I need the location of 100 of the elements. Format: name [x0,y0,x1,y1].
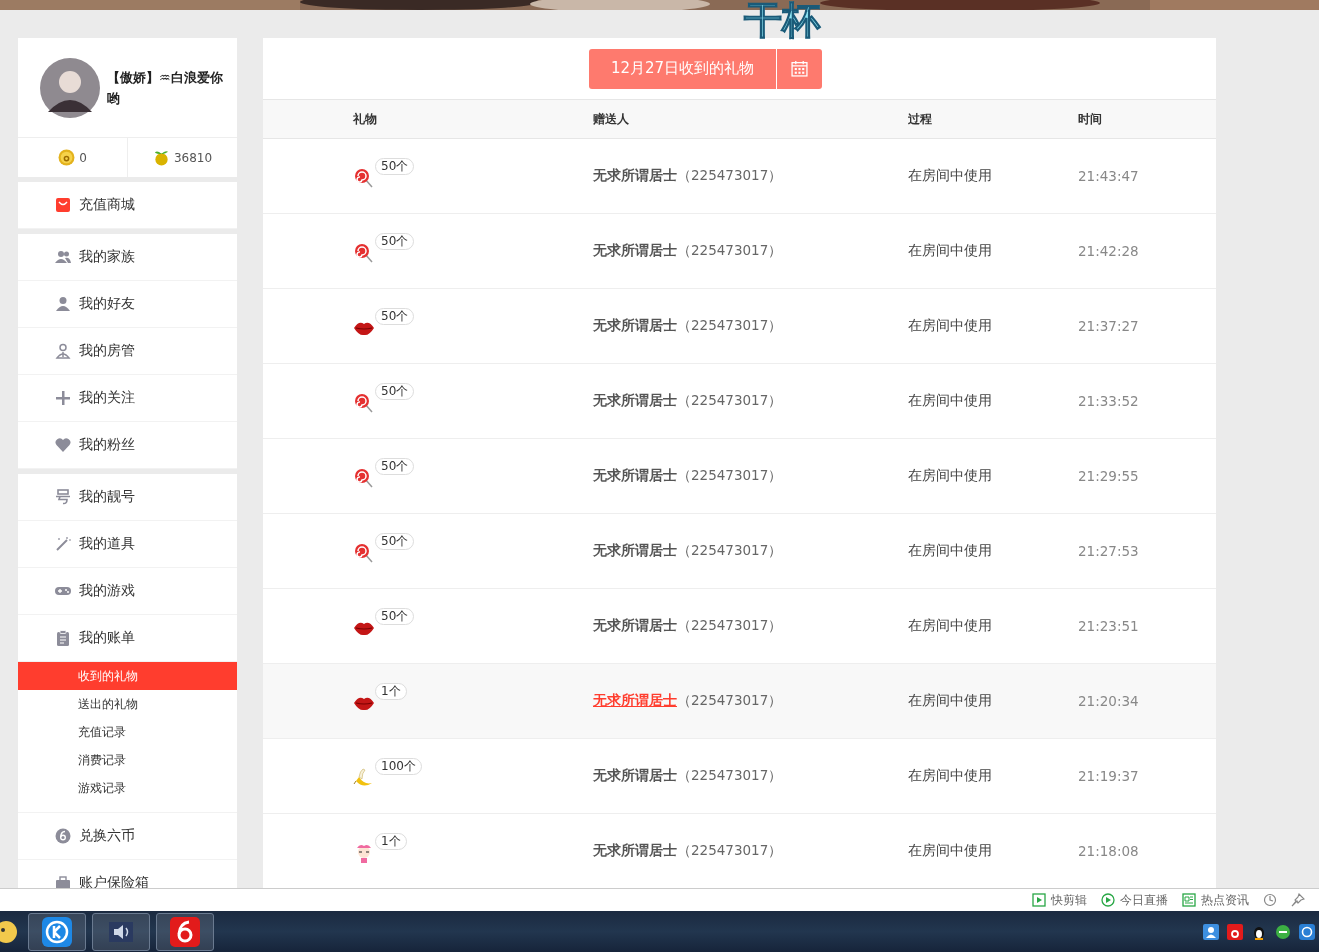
lollipop-icon [353,467,375,489]
refresh-icon[interactable] [1263,893,1277,907]
contact-icon[interactable] [1203,923,1219,940]
column-header: 过程 [908,110,932,128]
pin-icon[interactable] [1291,893,1305,907]
time-cell: 21:43:47 [1078,168,1139,184]
sidebar-item[interactable]: 我的关注 [18,375,237,422]
clipboard-icon [55,630,71,646]
sender-link[interactable]: 无求所谓居士 [593,317,677,335]
table-cell: 在房间中使用 [908,542,992,560]
status-bar-link[interactable]: 快剪辑 [1032,891,1087,909]
count-badge: 50个 [375,458,415,475]
person-icon [55,296,71,312]
table-cell: 在房间中使用 [908,842,992,860]
people-icon [55,249,71,265]
person-tie-icon [55,343,71,359]
sidebar-item[interactable]: 我的好友 [18,281,237,328]
taskbar-button[interactable] [92,912,150,951]
submenu-item[interactable]: 游戏记录 [18,774,237,802]
six-coin-icon [55,828,71,844]
count-badge: 50个 [375,383,415,400]
sender-id: （225473017） [677,242,783,260]
sidebar-item[interactable]: 我的粉丝 [18,422,237,469]
time-cell: 21:37:27 [1078,318,1139,334]
time-cell: 21:42:28 [1078,243,1139,259]
k-logo-icon [42,916,72,947]
heart-icon [55,437,71,453]
sender-id: （225473017） [677,167,783,185]
calendar-icon [791,60,808,77]
table-cell: 在房间中使用 [908,392,992,410]
table-cell: 在房间中使用 [908,617,992,635]
sender-link[interactable]: 无求所谓居士 [593,392,677,410]
fruit-icon [152,149,170,166]
sidebar-item[interactable]: 充值商城 [18,182,237,229]
count-badge: 50个 [375,533,415,550]
six-logo-icon [170,916,200,947]
sidebar-item[interactable]: 我的家族 [18,234,237,281]
time-cell: 21:27:53 [1078,543,1139,559]
status-bar-link[interactable]: 热点资讯 [1182,891,1249,909]
submenu-item[interactable]: 送出的礼物 [18,690,237,718]
minus-circle-icon[interactable] [1275,923,1291,940]
lollipop-icon [353,242,375,264]
sender-link[interactable]: 无求所谓居士 [593,167,677,185]
bean-count: 36810 [173,150,213,165]
submenu-item[interactable]: 消费记录 [18,746,237,774]
submenu-item[interactable]: 收到的礼物 [18,662,237,690]
lollipop-icon [353,392,375,414]
news-icon [1182,893,1196,907]
sender-link[interactable]: 无求所谓居士 [593,542,677,560]
sender-link[interactable]: 无求所谓居士 [593,617,677,635]
play-icon [1032,893,1046,907]
wand-icon [55,536,71,552]
count-badge: 50个 [375,233,415,250]
sender-id: （225473017） [677,842,783,860]
coin-count: 0 [79,150,87,165]
table-cell: 在房间中使用 [908,467,992,485]
ring-app-icon[interactable] [1299,923,1315,940]
sender-id: （225473017） [677,542,783,560]
sidebar-item[interactable]: 我的靓号 [18,474,237,521]
table-cell: 在房间中使用 [908,767,992,785]
sidebar-item[interactable]: 我的游戏 [18,568,237,615]
coin-icon [58,149,76,166]
sender-id: （225473017） [677,767,783,785]
sidebar-item[interactable]: 我的房管 [18,328,237,375]
count-badge: 100个 [375,758,422,775]
count-badge: 50个 [375,308,415,325]
time-cell: 21:23:51 [1078,618,1139,634]
number-sign-icon [55,489,71,505]
sender-id: （225473017） [677,617,783,635]
count-badge: 50个 [375,158,415,175]
count-badge: 50个 [375,608,415,625]
table-cell: 在房间中使用 [908,317,992,335]
avatar [40,57,100,118]
six-logo-icon[interactable] [1227,923,1243,940]
sender-id: （225473017） [677,692,783,710]
column-header: 礼物 [353,110,377,128]
submenu-item[interactable]: 充值记录 [18,718,237,746]
sender-id: （225473017） [677,317,783,335]
table-cell: 在房间中使用 [908,167,992,185]
sidebar-item[interactable]: 兑换六币 [18,813,237,860]
count-badge: 1个 [375,833,407,850]
overlay-caption: 干杯 [744,0,820,44]
sender-link[interactable]: 无求所谓居士 [593,842,677,860]
time-cell: 21:18:08 [1078,843,1139,859]
table-cell: 在房间中使用 [908,692,992,710]
column-header: 赠送人 [593,110,629,128]
sender-link[interactable]: 无求所谓居士 [593,767,677,785]
calendar-button[interactable] [776,48,822,89]
lollipop-icon [353,542,375,564]
sidebar-item[interactable]: 我的道具 [18,521,237,568]
time-cell: 21:19:37 [1078,768,1139,784]
plus-icon [55,390,71,406]
play-circle-icon [1101,893,1115,907]
sender-link[interactable]: 无求所谓居士 [593,467,677,485]
sender-link[interactable]: 无求所谓居士 [593,242,677,260]
taskbar-button[interactable] [28,912,86,951]
taskbar-button[interactable] [156,912,214,951]
table-cell: 在房间中使用 [908,242,992,260]
count-badge: 1个 [375,683,407,700]
status-bar-link[interactable]: 今日直播 [1101,891,1168,909]
